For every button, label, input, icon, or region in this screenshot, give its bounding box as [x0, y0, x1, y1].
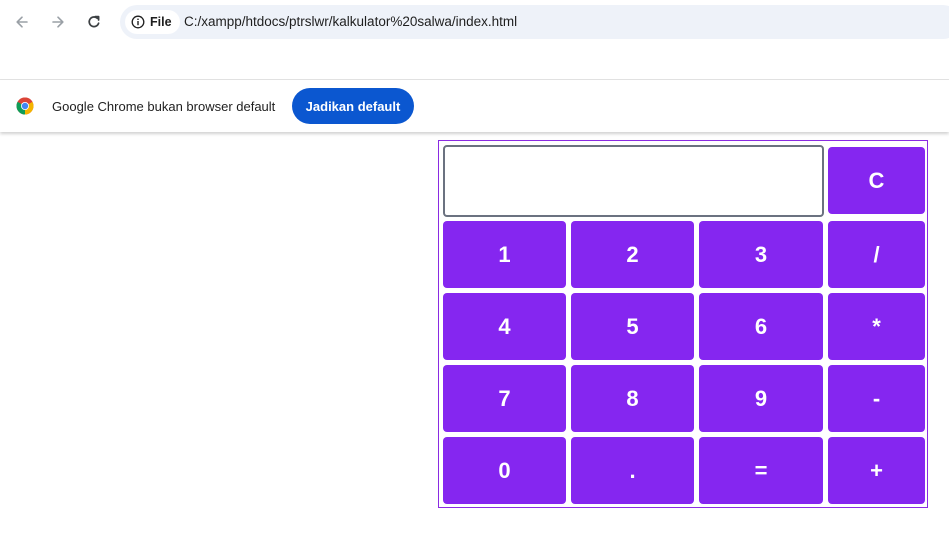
key-0[interactable]: 0 — [443, 437, 566, 504]
key-7[interactable]: 7 — [443, 365, 566, 432]
forward-button[interactable] — [44, 8, 72, 36]
divide-button[interactable]: / — [828, 221, 925, 288]
make-default-button[interactable]: Jadikan default — [292, 88, 414, 124]
key-4[interactable]: 4 — [443, 293, 566, 360]
arrow-left-icon — [16, 16, 28, 28]
key-3[interactable]: 3 — [699, 221, 823, 288]
back-button[interactable] — [8, 8, 36, 36]
url-text[interactable]: C:/xampp/htdocs/ptrslwr/kalkulator%20sal… — [184, 14, 517, 29]
info-icon — [131, 15, 145, 29]
chrome-logo-icon — [16, 97, 34, 115]
default-browser-infobar: Google Chrome bukan browser default Jadi… — [0, 80, 949, 132]
toolbar-spacer — [0, 44, 949, 80]
key-5[interactable]: 5 — [571, 293, 694, 360]
multiply-button[interactable]: * — [828, 293, 925, 360]
key-8[interactable]: 8 — [571, 365, 694, 432]
key-6[interactable]: 6 — [699, 293, 823, 360]
site-info-chip[interactable]: File — [125, 10, 180, 34]
infobar-message: Google Chrome bukan browser default — [52, 99, 276, 114]
equals-button[interactable]: = — [699, 437, 823, 504]
browser-toolbar: File C:/xampp/htdocs/ptrslwr/kalkulator%… — [0, 0, 949, 44]
reload-button[interactable] — [80, 8, 108, 36]
key-9[interactable]: 9 — [699, 365, 823, 432]
calculator: C 1 2 3 / 4 5 6 * 7 8 9 - 0 . = + — [438, 140, 928, 508]
chip-label: File — [150, 15, 172, 29]
decimal-button[interactable]: . — [571, 437, 694, 504]
key-2[interactable]: 2 — [571, 221, 694, 288]
address-bar[interactable]: File C:/xampp/htdocs/ptrslwr/kalkulator%… — [120, 5, 949, 39]
clear-button[interactable]: C — [828, 147, 925, 214]
subtract-button[interactable]: - — [828, 365, 925, 432]
arrow-right-icon — [52, 16, 64, 28]
reload-icon — [88, 15, 100, 28]
calculator-display[interactable] — [443, 145, 824, 217]
add-button[interactable]: + — [828, 437, 925, 504]
key-1[interactable]: 1 — [443, 221, 566, 288]
